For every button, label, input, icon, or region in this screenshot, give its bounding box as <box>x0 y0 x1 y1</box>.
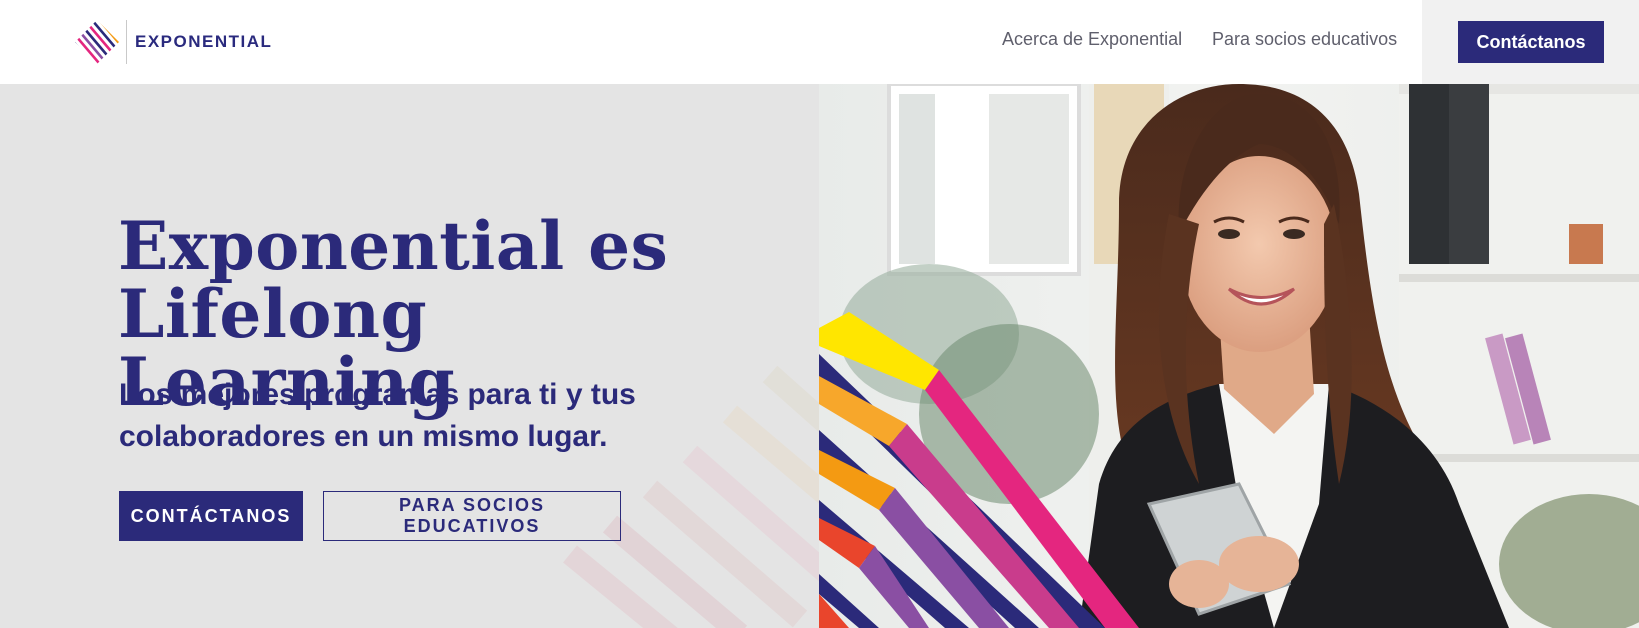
hero-section: Exponential es Lifelong Learning Los mej… <box>0 84 1639 628</box>
logo-divider <box>126 20 127 64</box>
nav-link-partners[interactable]: Para socios educativos <box>1212 29 1397 50</box>
hero-photo-woman-smiling <box>819 84 1639 628</box>
educational-partners-button[interactable]: PARA SOCIOS EDUCATIVOS <box>323 491 621 541</box>
brand-name: EXPONENTIAL <box>135 32 273 51</box>
exponential-logo-icon <box>75 20 119 64</box>
contact-button-hero[interactable]: CONTÁCTANOS <box>119 491 303 541</box>
hero-subtitle: Los mejores programas para ti y tus cola… <box>119 378 636 453</box>
contact-button-header[interactable]: Contáctanos <box>1458 21 1604 63</box>
top-navigation-bar: EXPONENTIAL Acerca de Exponential Para s… <box>0 0 1639 84</box>
brand-logo[interactable]: EXPONENTIAL <box>74 18 272 66</box>
nav-link-about[interactable]: Acerca de Exponential <box>1002 29 1182 50</box>
